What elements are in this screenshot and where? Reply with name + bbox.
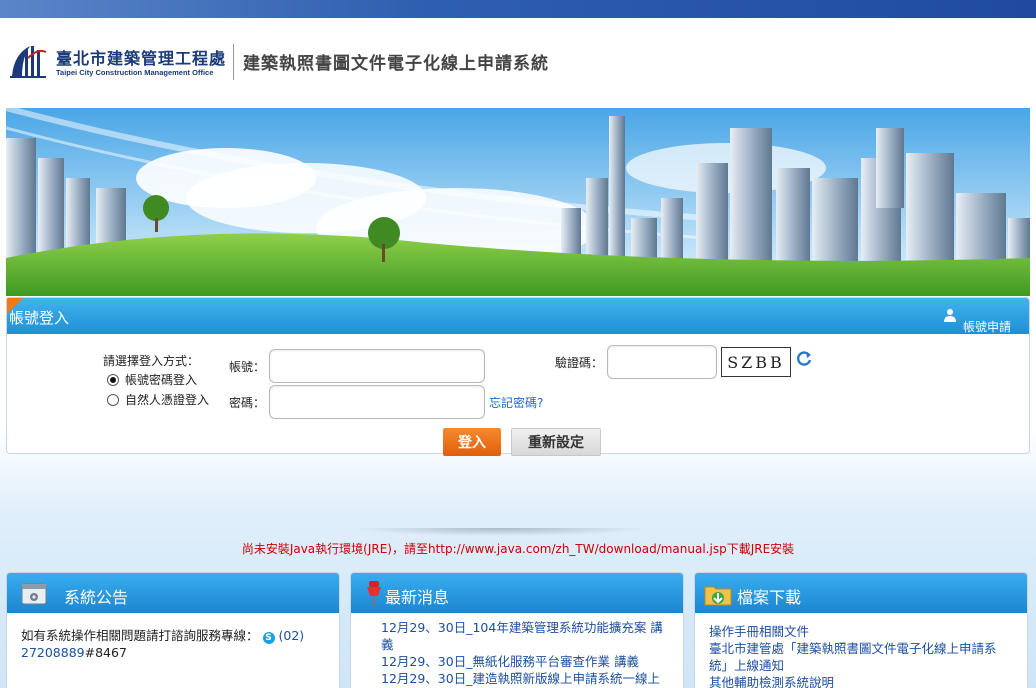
account-apply-link[interactable]: 帳號申請 bbox=[963, 318, 1011, 335]
news-item[interactable]: 12月29、30日_建造執照新版線上申請系統一線上審查說明 bbox=[365, 670, 669, 688]
radio-certificate-login[interactable]: 自然人憑證登入 bbox=[107, 391, 209, 408]
news-item[interactable]: 12月29、30日_無紙化服務平台審查作業 講義 bbox=[365, 653, 669, 670]
announcement-title: 系統公告 bbox=[64, 588, 129, 607]
login-method-label: 請選擇登入方式： bbox=[103, 354, 200, 368]
download-item[interactable]: 臺北市建管處「建築執照書圖文件電子化線上申請系統」上線通知 bbox=[709, 640, 1013, 674]
skype-icon[interactable]: S bbox=[262, 632, 275, 644]
radio-password-login[interactable]: 帳號密碼登入 bbox=[107, 371, 197, 388]
downloads-box: 檔案下載 操作手冊相關文件 臺北市建管處「建築執照書圖文件電子化線上申請系統」上… bbox=[694, 572, 1028, 688]
announcement-body: 如有系統操作相關問題請打諮詢服務專線： S (02) 27208889#8467 bbox=[7, 613, 339, 669]
news-title: 最新消息 bbox=[385, 588, 450, 607]
downloads-title: 檔案下載 bbox=[737, 588, 802, 607]
password-input[interactable] bbox=[269, 385, 485, 419]
refresh-icon[interactable] bbox=[795, 350, 813, 368]
construction-office-logo bbox=[10, 46, 47, 78]
downloads-header: 檔案下載 bbox=[695, 573, 1027, 613]
login-button[interactable]: 登入 bbox=[443, 428, 501, 456]
download-item[interactable]: 操作手冊相關文件 bbox=[709, 623, 1013, 640]
login-panel: 帳號登入 帳號申請 請選擇登入方式： 帳號密碼登入 自然人憑證登入 帳號： 密碼… bbox=[6, 297, 1030, 456]
org-name-en: Taipei City Construction Management Offi… bbox=[56, 68, 214, 77]
password-label: 密碼： bbox=[229, 396, 266, 410]
account-label: 帳號： bbox=[229, 360, 266, 374]
header-divider bbox=[233, 44, 234, 80]
forgot-password-link[interactable]: 忘記密碼? bbox=[489, 394, 543, 411]
announcement-box: 系統公告 如有系統操作相關問題請打諮詢服務專線： S (02) 27208889… bbox=[6, 572, 340, 688]
org-name: 臺北市建築管理工程處 bbox=[56, 49, 227, 68]
news-header: 最新消息 bbox=[351, 573, 683, 613]
announcement-header: 系統公告 bbox=[7, 573, 339, 613]
download-item[interactable]: 其他輔助檢測系統說明 bbox=[709, 674, 1013, 688]
downloads-list: 操作手冊相關文件 臺北市建管處「建築執照書圖文件電子化線上申請系統」上線通知 其… bbox=[695, 613, 1027, 688]
account-input[interactable] bbox=[269, 349, 485, 383]
news-box: 最新消息 12月29、30日_104年建築管理系統功能擴充案 講義 12月29、… bbox=[350, 572, 684, 688]
user-icon[interactable] bbox=[943, 308, 957, 322]
city-banner-image bbox=[6, 108, 1030, 296]
phone-extension: #8467 bbox=[84, 645, 127, 660]
radio-button-unchecked[interactable] bbox=[107, 393, 119, 406]
shadow-divider bbox=[350, 528, 650, 536]
captcha-label: 驗證碼： bbox=[555, 356, 604, 370]
top-bar bbox=[0, 0, 1036, 18]
login-panel-title: 帳號登入 bbox=[9, 309, 70, 327]
radio-label: 自然人憑證登入 bbox=[125, 393, 210, 407]
site-header: 臺北市建築管理工程處 Taipei City Construction Mana… bbox=[0, 18, 1036, 108]
news-list: 12月29、30日_104年建築管理系統功能擴充案 講義 12月29、30日_無… bbox=[351, 613, 683, 688]
jre-notice[interactable]: 尚未安裝Java執行環境(JRE)，請至http://www.java.com/… bbox=[0, 540, 1036, 557]
news-item[interactable]: 12月29、30日_104年建築管理系統功能擴充案 講義 bbox=[365, 619, 669, 653]
login-panel-header: 帳號登入 帳號申請 bbox=[7, 298, 1029, 334]
captcha-input[interactable] bbox=[607, 345, 717, 379]
radio-label: 帳號密碼登入 bbox=[125, 373, 198, 387]
announcement-text: 如有系統操作相關問題請打諮詢服務專線： bbox=[21, 628, 259, 643]
settings-folder-icon bbox=[21, 583, 47, 605]
download-folder-icon bbox=[704, 586, 732, 606]
reset-button[interactable]: 重新設定 bbox=[511, 428, 601, 456]
system-title: 建築執照書圖文件電子化線上申請系統 bbox=[243, 54, 549, 74]
captcha-image: SZBB bbox=[721, 347, 791, 377]
radio-button-checked[interactable] bbox=[107, 373, 119, 386]
